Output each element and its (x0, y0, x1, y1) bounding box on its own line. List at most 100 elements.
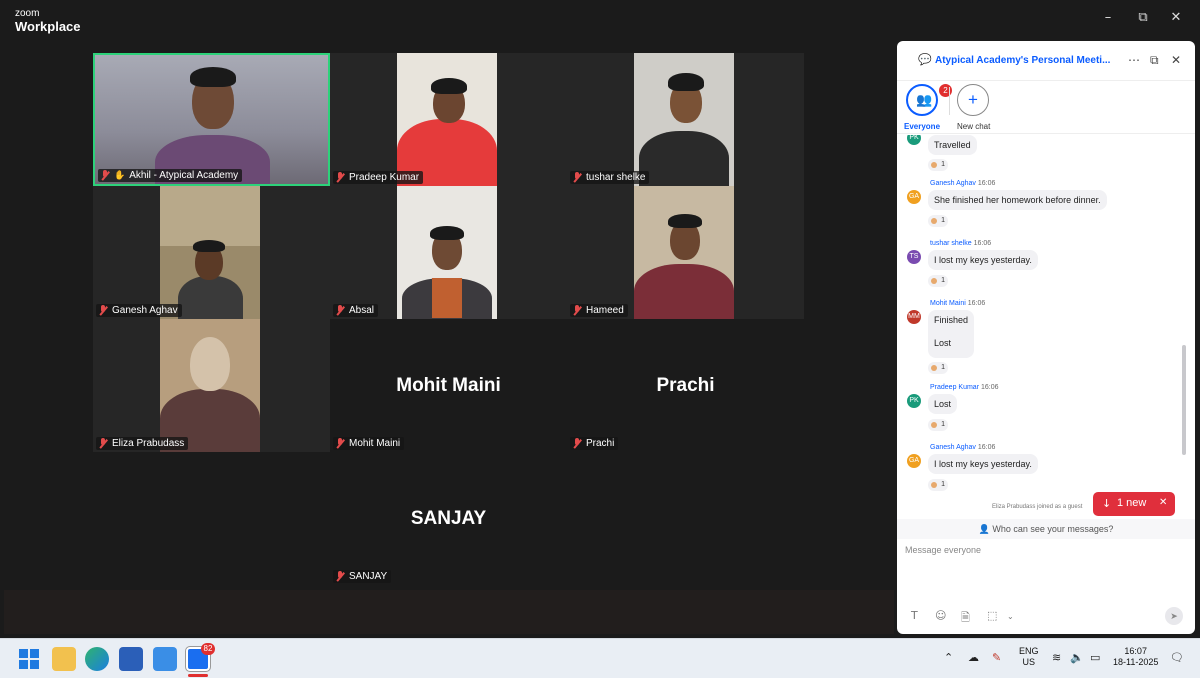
language-line1: ENG (1019, 646, 1039, 656)
new-chat-button[interactable]: + (957, 84, 989, 116)
reaction-chip[interactable]: 1 (928, 362, 948, 374)
system-note: Eliza Prabudass joined as a guest (992, 504, 1083, 510)
video-tile-absal[interactable]: Absal (330, 186, 567, 319)
wifi-icon[interactable]: ≋ (1052, 651, 1061, 664)
photos-icon[interactable] (153, 647, 177, 671)
volume-icon[interactable]: 🔈 (1070, 651, 1084, 664)
message-meta: Ganesh Aghav 16:06 (930, 444, 995, 451)
participant-name: Prachi (586, 438, 615, 449)
clock[interactable]: 16:07 18-11-2025 (1113, 646, 1158, 668)
reaction-chip[interactable]: 1 (928, 419, 948, 431)
muted-mic-icon (336, 172, 345, 183)
video-tile-prachi[interactable]: Prachi Prachi (567, 319, 804, 452)
video-tile-pradeep[interactable]: Pradeep Kumar (330, 53, 567, 186)
emoji-icon[interactable]: ☺ (935, 609, 946, 622)
new-messages-label: 1 new (1117, 497, 1147, 509)
dismiss-icon[interactable]: ✕ (1159, 497, 1167, 508)
pen-icon[interactable]: ✎ (992, 651, 1001, 664)
new-chat-label: New chat (957, 122, 991, 131)
edge-browser-icon[interactable] (85, 647, 109, 671)
file-explorer-icon[interactable] (52, 647, 76, 671)
message-text: I lost my keys yesterday. (928, 454, 1038, 474)
participant-name: tushar shelke (586, 172, 646, 183)
privacy-link[interactable]: 👤 Who can see your messages? (897, 519, 1195, 539)
start-icon[interactable] (17, 647, 41, 671)
participant-label: Absal (333, 304, 379, 317)
muted-mic-icon (573, 305, 582, 316)
tab-everyone-label: Everyone (904, 122, 941, 131)
muted-mic-icon (573, 172, 582, 183)
reaction-chip[interactable]: 1 (928, 275, 948, 287)
sender-name: Mohit Maini (930, 300, 966, 307)
chevron-up-icon[interactable]: ⌃ (944, 651, 953, 664)
camera-feed (634, 53, 734, 186)
message-line: Lost (934, 338, 952, 348)
tab-everyone[interactable]: 👥 2 (906, 84, 952, 116)
tab-divider (949, 87, 950, 115)
reaction-chip[interactable]: 1 (928, 215, 948, 227)
send-button[interactable]: ➤ (1165, 607, 1183, 625)
participant-label: Hameed (570, 304, 628, 317)
avatar: GA (907, 454, 921, 468)
arrow-down-icon: ↓ (1102, 497, 1112, 510)
participant-label: Eliza Prabudass (96, 437, 189, 450)
video-tile-hameed[interactable]: Hameed (567, 186, 804, 319)
message-meta: Ganesh Aghav 16:06 (930, 180, 995, 187)
participant-label: Prachi (570, 437, 619, 450)
chat-tabs: 👥 2 Everyone + New chat (897, 81, 1195, 134)
muted-mic-icon (336, 305, 345, 316)
video-tile-ganesh[interactable]: Ganesh Aghav (93, 186, 330, 319)
camera-feed (160, 319, 260, 452)
word-icon[interactable] (119, 647, 143, 671)
participant-display-name: Mohit Maini (396, 374, 501, 396)
reaction-chip[interactable]: 1 (928, 479, 948, 491)
message-text: Lost (928, 394, 958, 414)
text-format-icon[interactable]: T (911, 609, 918, 622)
pop-out-icon[interactable]: ⧉ (1150, 53, 1159, 68)
sender-name: tushar shelke (930, 240, 972, 247)
video-tile-sanjay[interactable]: SANJAY SANJAY (330, 452, 567, 585)
message-meta: tushar shelke 16:06 (930, 240, 991, 247)
camera-feed (397, 53, 497, 186)
video-tile-mohit[interactable]: Mohit Maini Mohit Maini (330, 319, 567, 452)
message-line: Finished (934, 315, 969, 325)
close-window-button[interactable]: ✕ (1166, 10, 1186, 28)
person-lock-icon: 👤 (978, 525, 990, 535)
scrollbar-thumb[interactable] (1182, 345, 1186, 455)
battery-icon[interactable]: ▭ (1090, 651, 1100, 664)
more-options-icon[interactable]: ⋯ (1128, 53, 1140, 67)
message-input[interactable]: Message everyone (905, 545, 1185, 605)
participant-name: Absal (349, 305, 375, 316)
zoom-workplace-logo: zoom Workplace (15, 8, 81, 34)
notification-icon[interactable]: 🗨 (1170, 651, 1184, 664)
chevron-down-icon[interactable]: ⌄ (1007, 612, 1014, 621)
participant-name: Hameed (586, 305, 624, 316)
message-time: 16:06 (977, 180, 996, 187)
participant-label: Mohit Maini (333, 437, 405, 450)
screenshot-icon[interactable]: ⬚ (987, 609, 997, 622)
close-chat-icon[interactable]: ✕ (1171, 53, 1181, 67)
reaction-chip[interactable]: 1 (928, 159, 948, 171)
chat-header: 💬 Atypical Academy's Personal Meeti... ⋯… (897, 41, 1195, 81)
minimize-button[interactable]: – (1098, 10, 1118, 28)
message-list[interactable]: PK Travelled 1 GA Ganesh Aghav 16:06 She… (897, 135, 1195, 519)
message-time: 16:06 (977, 444, 996, 451)
avatar: GA (907, 190, 921, 204)
screen: zoom Workplace – ⧉ ✕ ✋ Akhil - Atypical A… (0, 0, 1200, 678)
chat-bubble-icon: 💬 (918, 53, 932, 66)
participant-name: Ganesh Aghav (112, 305, 178, 316)
brand-line2: Workplace (15, 19, 81, 34)
zoom-app-icon[interactable]: 82 (186, 643, 215, 671)
cloud-icon[interactable]: ☁ (968, 651, 979, 664)
file-icon[interactable]: 🗎 (961, 609, 970, 628)
brand-line1: zoom (15, 8, 40, 19)
windows-taskbar: 82 ⌃ ☁ ✎ ENG US ≋ 🔈 ▭ 16:07 18-11-2025 🗨 (0, 638, 1200, 678)
video-tile-akhil[interactable]: ✋ Akhil - Atypical Academy (93, 53, 330, 186)
video-tile-eliza[interactable]: Eliza Prabudass (93, 319, 330, 452)
maximize-button[interactable]: ⧉ (1133, 10, 1153, 28)
new-messages-button[interactable]: ↓ 1 new ✕ (1093, 492, 1175, 516)
video-tile-tushar[interactable]: tushar shelke (567, 53, 804, 186)
language-indicator[interactable]: ENG US (1019, 646, 1039, 668)
sender-name: Pradeep Kumar (930, 384, 980, 391)
clock-date: 18-11-2025 (1113, 656, 1159, 667)
